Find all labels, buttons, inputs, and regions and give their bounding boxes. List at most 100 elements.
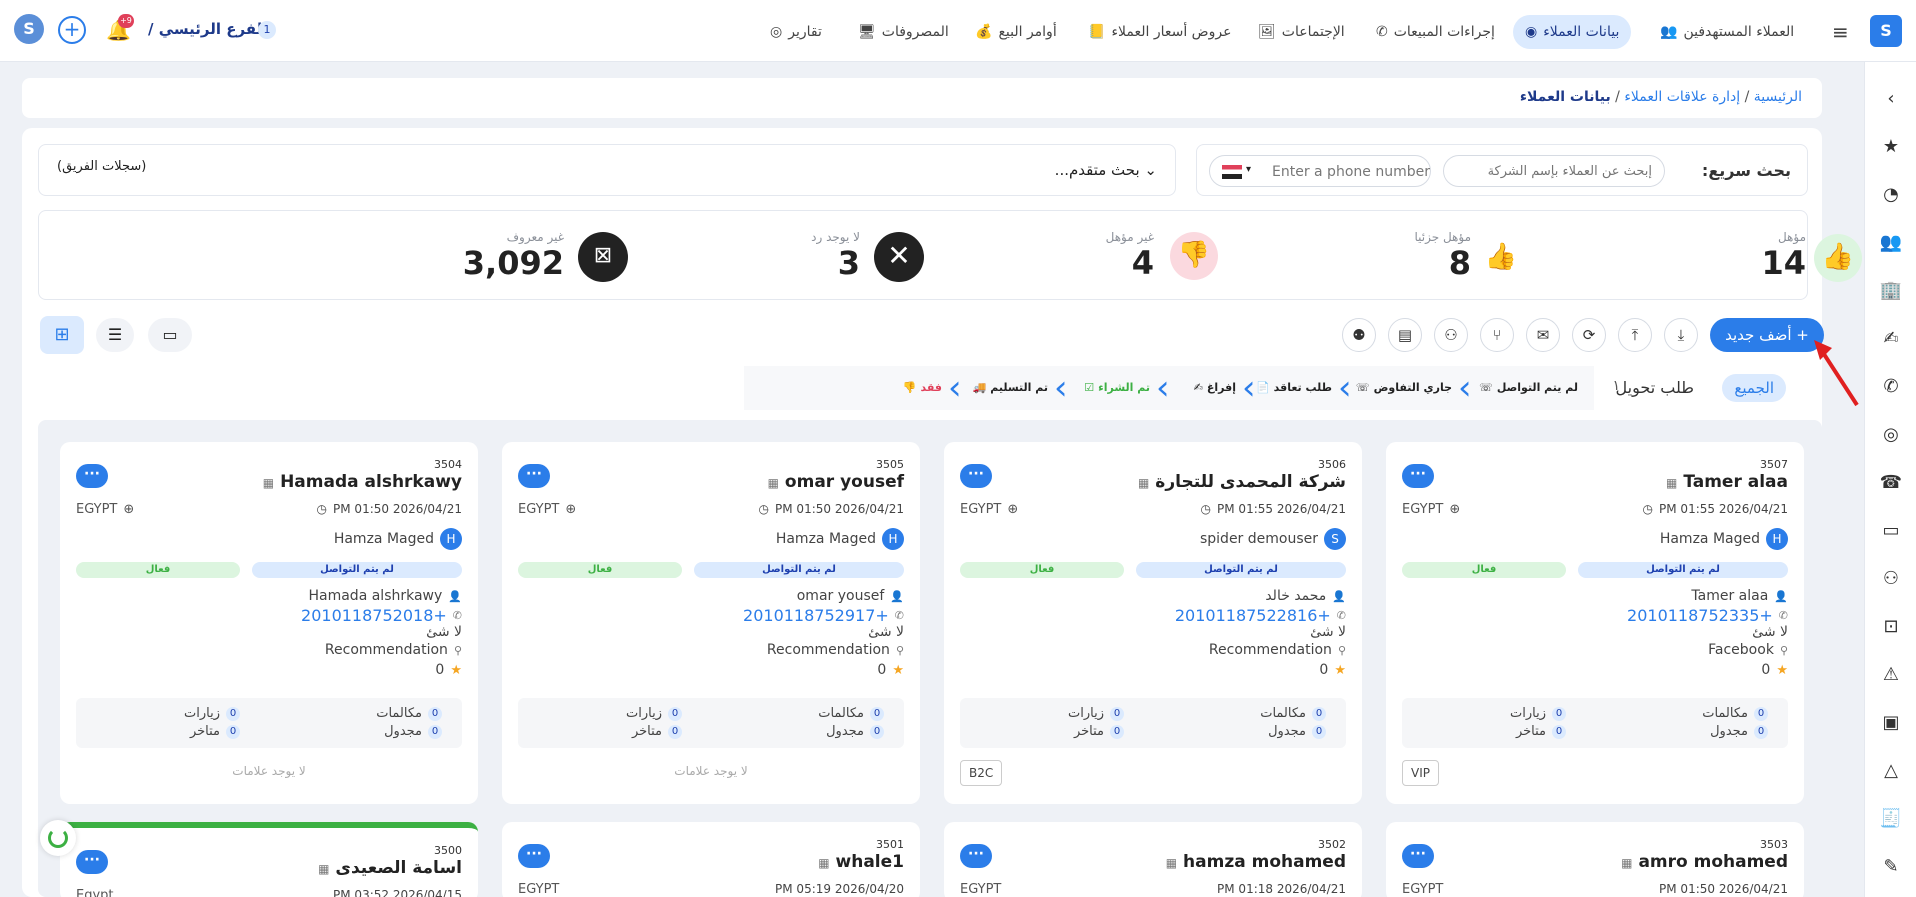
- more-options-button[interactable]: ···: [76, 850, 108, 874]
- stat-unknown[interactable]: غير معروف 3,092: [463, 230, 564, 282]
- stage-negotiating[interactable]: جاري التفاوض ☏: [1356, 370, 1452, 404]
- card-title[interactable]: hamza mohamed ▦: [1166, 852, 1346, 872]
- branch-label[interactable]: الفرع الرئيسي /: [148, 20, 267, 38]
- chevron-left-icon[interactable]: ‹: [1879, 86, 1903, 110]
- nav-customer-data[interactable]: بيانات العملاء ◉: [1513, 15, 1632, 49]
- customer-name[interactable]: hamza mohamed: [1183, 852, 1346, 872]
- list-view-icon[interactable]: ☰: [96, 318, 134, 352]
- more-options-button[interactable]: ···: [1402, 844, 1434, 868]
- breadcrumb-home[interactable]: الرئيسية: [1754, 89, 1802, 105]
- menu-icon[interactable]: ≡: [1832, 20, 1849, 44]
- card-title[interactable]: اسامة الصعيدى ▦: [318, 858, 462, 878]
- nav-expenses[interactable]: المصروفات 🖥: [858, 15, 949, 49]
- nav-target-customers[interactable]: العملاء المستهدفين 👥: [1660, 15, 1794, 49]
- team-icon[interactable]: ⚇: [1879, 566, 1903, 590]
- user-key-icon[interactable]: ⚉: [1342, 318, 1376, 352]
- stage-contract-request[interactable]: طلب تعاقد 📄: [1256, 370, 1332, 404]
- document-sign-icon[interactable]: ✍: [1879, 326, 1903, 350]
- customer-name[interactable]: whale1: [836, 852, 904, 872]
- user-lock-icon[interactable]: ⚇: [1434, 318, 1468, 352]
- card-view-icon[interactable]: ▭: [148, 318, 192, 352]
- team-records-label[interactable]: (سجلات الفريق): [57, 159, 146, 174]
- nav-price-quotes[interactable]: عروض أسعار العملاء 📒: [1088, 15, 1231, 49]
- add-icon[interactable]: +: [58, 16, 86, 44]
- users-icon[interactable]: 👥: [1879, 230, 1903, 254]
- id-card-icon[interactable]: ▤: [1388, 318, 1422, 352]
- caret-down-icon[interactable]: ▾: [1246, 164, 1251, 175]
- stage-delivered[interactable]: تم التسليم 🚚: [973, 370, 1048, 404]
- pipeline-all-tab[interactable]: الجميع: [1722, 374, 1786, 402]
- phone-call-icon[interactable]: ✆: [1879, 374, 1903, 398]
- target-icon[interactable]: ◎: [1879, 422, 1903, 446]
- stat-partially-qualified[interactable]: مؤهل جزئيا 8: [1414, 230, 1471, 282]
- nav-sales-orders[interactable]: أوامر البيع 💰: [975, 15, 1057, 49]
- card-title[interactable]: amro mohamed ▦: [1621, 852, 1788, 872]
- advanced-search-toggle[interactable]: ⌄ بحث متقدم...: [1055, 161, 1157, 179]
- star-icon[interactable]: ★: [1879, 134, 1903, 158]
- card-title[interactable]: omar yousef ▦: [768, 472, 904, 492]
- building-icon[interactable]: 🏢: [1879, 278, 1903, 302]
- telephone-icon[interactable]: ☎: [1879, 470, 1903, 494]
- customer-card[interactable]: 3500 اسامة الصعيدى ▦ ··· PM 03:52 2026/04/15…: [60, 822, 478, 897]
- nav-reports[interactable]: تقارير ◎: [770, 15, 822, 49]
- customer-card[interactable]: 3505 omar yousef▦ ··· PM 01:50 2026/04/21◷ E…: [502, 442, 920, 804]
- stage-not-contacted[interactable]: لم يتم التواصل ☏: [1479, 370, 1578, 404]
- company-search-input[interactable]: [1443, 155, 1665, 187]
- camera-icon[interactable]: ⊡: [1879, 614, 1903, 638]
- card-owner[interactable]: Sspider demouser: [1200, 528, 1346, 550]
- card-phone[interactable]: ✆ +2010118752018: [301, 606, 462, 625]
- egypt-flag-icon[interactable]: [1222, 165, 1242, 179]
- advanced-search-box[interactable]: (سجلات الفريق) ⌄ بحث متقدم...: [38, 144, 1176, 196]
- customer-card[interactable]: 3506 شركة المحمدى للتجارة ▦ ··· PM 01:55 202…: [944, 442, 1362, 804]
- upload-icon[interactable]: ⤒: [1618, 318, 1652, 352]
- card-phone[interactable]: ✆ +2010118752335: [1627, 606, 1788, 625]
- more-options-button[interactable]: ···: [960, 464, 992, 488]
- card-owner[interactable]: H Hamza Maged: [334, 528, 462, 550]
- more-options-button[interactable]: ···: [518, 844, 550, 868]
- customer-name[interactable]: Hamada alshrkawy: [280, 472, 462, 492]
- card-settings-icon[interactable]: ▭: [1879, 518, 1903, 542]
- customer-name[interactable]: amro mohamed: [1638, 852, 1788, 872]
- download-icon[interactable]: ⤓: [1664, 318, 1698, 352]
- customer-name[interactable]: omar yousef: [785, 472, 904, 492]
- brand-logo-icon[interactable]: S: [1870, 15, 1902, 47]
- customer-card[interactable]: 3503 amro mohamed ▦ ··· PM 01:50 2026/04/21 E…: [1386, 822, 1804, 897]
- pipeline-conversion-label[interactable]: طلب تحويل: [1616, 378, 1694, 397]
- customer-card[interactable]: 3507 Tamer alaa▦ ··· PM 01:55 2026/04/21◷ EG…: [1386, 442, 1804, 804]
- invoice-icon[interactable]: 🧾: [1879, 806, 1903, 830]
- customer-name[interactable]: شركة المحمدى للتجارة: [1155, 472, 1346, 492]
- refresh-icon[interactable]: ⟳: [1572, 318, 1606, 352]
- card-title[interactable]: شركة المحمدى للتجارة ▦: [1138, 472, 1346, 492]
- stat-qualified[interactable]: مؤهل 14: [1761, 230, 1806, 282]
- more-options-button[interactable]: ···: [1402, 464, 1434, 488]
- stage-lost[interactable]: فقد 👎: [903, 370, 942, 404]
- more-options-button[interactable]: ···: [960, 844, 992, 868]
- nav-sales-actions[interactable]: إجراءات المبيعات ✆: [1376, 15, 1495, 49]
- card-title[interactable]: Tamer alaa ▦: [1666, 472, 1788, 492]
- pen-icon[interactable]: ✎: [1879, 854, 1903, 878]
- stage-unload[interactable]: إفراغ ✍: [1194, 370, 1236, 404]
- mail-icon[interactable]: ✉: [1526, 318, 1560, 352]
- dashboard-gauge-icon[interactable]: ◔: [1879, 182, 1903, 206]
- customer-name[interactable]: اسامة الصعيدى: [335, 858, 462, 878]
- add-new-button[interactable]: + أضف جديد: [1710, 318, 1824, 352]
- stat-no-response[interactable]: لا يوجد رد 3: [811, 230, 860, 282]
- app-logo-icon[interactable]: S: [14, 14, 44, 44]
- more-options-button[interactable]: ···: [76, 464, 108, 488]
- card-owner[interactable]: H Hamza Maged: [1660, 528, 1788, 550]
- warning-icon[interactable]: ⚠: [1879, 662, 1903, 686]
- mountain-icon[interactable]: △: [1879, 758, 1903, 782]
- nav-meetings[interactable]: الإجتماعات 🖼: [1258, 15, 1345, 49]
- phone-input[interactable]: ▾ Enter a phone number: [1209, 155, 1431, 187]
- card-title[interactable]: whale1 ▦: [818, 852, 904, 872]
- breadcrumb-crm[interactable]: إدارة علاقات العملاء: [1624, 89, 1740, 105]
- stat-not-qualified[interactable]: غير مؤهل 4: [1106, 230, 1154, 282]
- card-title[interactable]: Hamada alshrkawy ▦: [263, 472, 462, 492]
- customer-card[interactable]: 3501 whale1 ▦ ··· PM 05:19 2026/04/20 EGYPT: [502, 822, 920, 897]
- card-phone[interactable]: ✆ +20101187522816: [1175, 606, 1346, 625]
- more-options-button[interactable]: ···: [518, 464, 550, 488]
- card-owner[interactable]: H Hamza Maged: [776, 528, 904, 550]
- card-phone[interactable]: ✆ +2010118752917: [743, 606, 904, 625]
- branch-icon[interactable]: ⑂: [1480, 318, 1514, 352]
- customer-card[interactable]: 3502 hamza mohamed ▦ ··· PM 01:18 2026/04/21…: [944, 822, 1362, 897]
